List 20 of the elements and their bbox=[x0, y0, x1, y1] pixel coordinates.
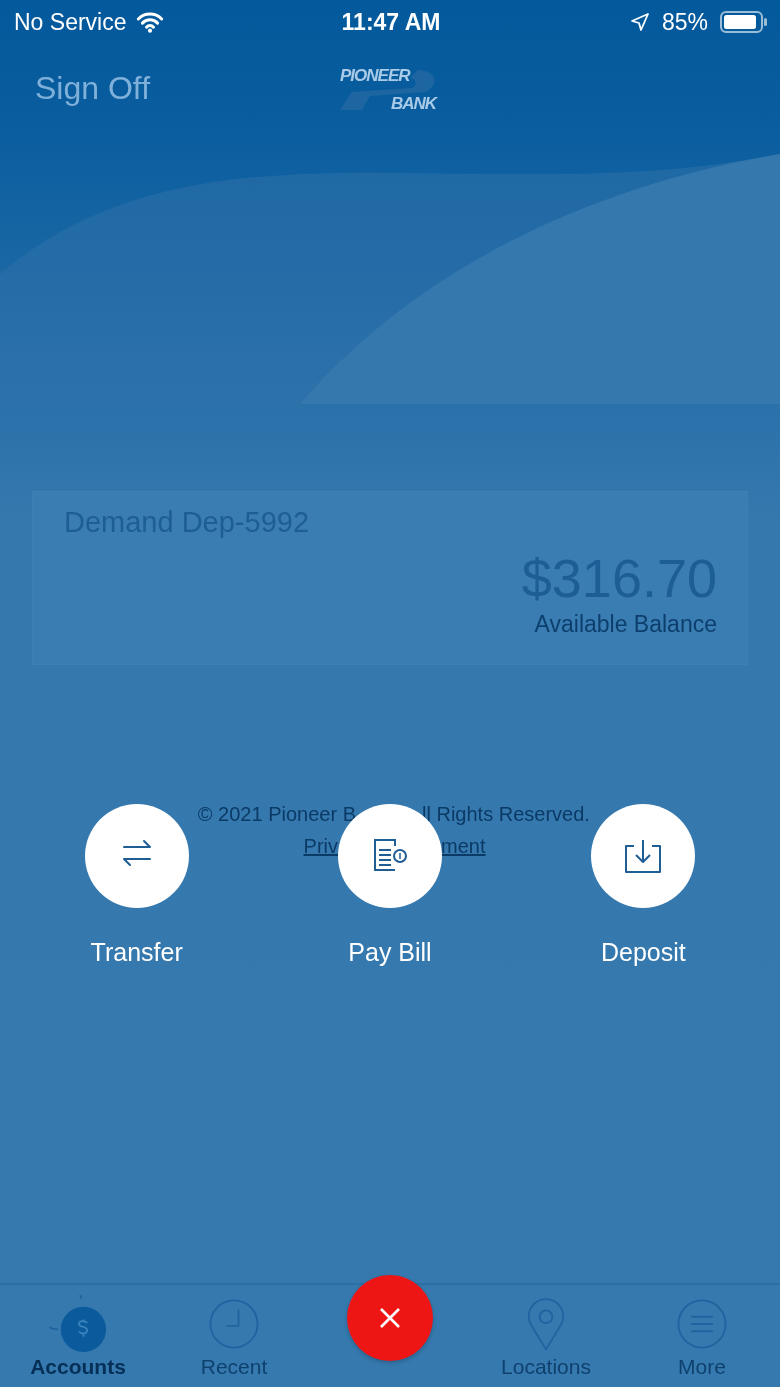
balance-label: Available Balance bbox=[534, 611, 717, 638]
battery-percent-text: 85% bbox=[661, 8, 708, 36]
close-icon bbox=[378, 1306, 402, 1330]
privacy-link[interactable]: ment bbox=[441, 835, 486, 858]
wifi-icon bbox=[136, 11, 165, 33]
privacy-link[interactable]: Priv bbox=[303, 835, 338, 858]
battery-icon bbox=[720, 10, 768, 34]
sign-off-link[interactable]: Sign Off bbox=[35, 69, 151, 109]
action-label[interactable]: Pay Bill bbox=[348, 938, 432, 967]
time-text: 11:47 AM bbox=[341, 8, 441, 36]
copyright-text: © 2021 Pioneer B bbox=[197, 803, 356, 826]
tab-item[interactable]: Recent bbox=[156, 1285, 312, 1387]
location-arrow-icon bbox=[629, 12, 650, 32]
dollar-coin-icon bbox=[49, 1295, 107, 1353]
tab-item[interactable]: More bbox=[624, 1285, 780, 1387]
carrier-text: No Service bbox=[14, 8, 127, 36]
action-label[interactable]: Deposit bbox=[600, 938, 686, 967]
action-label[interactable]: Transfer bbox=[90, 938, 183, 967]
tab-item[interactable]: Accounts bbox=[0, 1285, 156, 1387]
tab-item[interactable]: Locations bbox=[468, 1285, 624, 1387]
